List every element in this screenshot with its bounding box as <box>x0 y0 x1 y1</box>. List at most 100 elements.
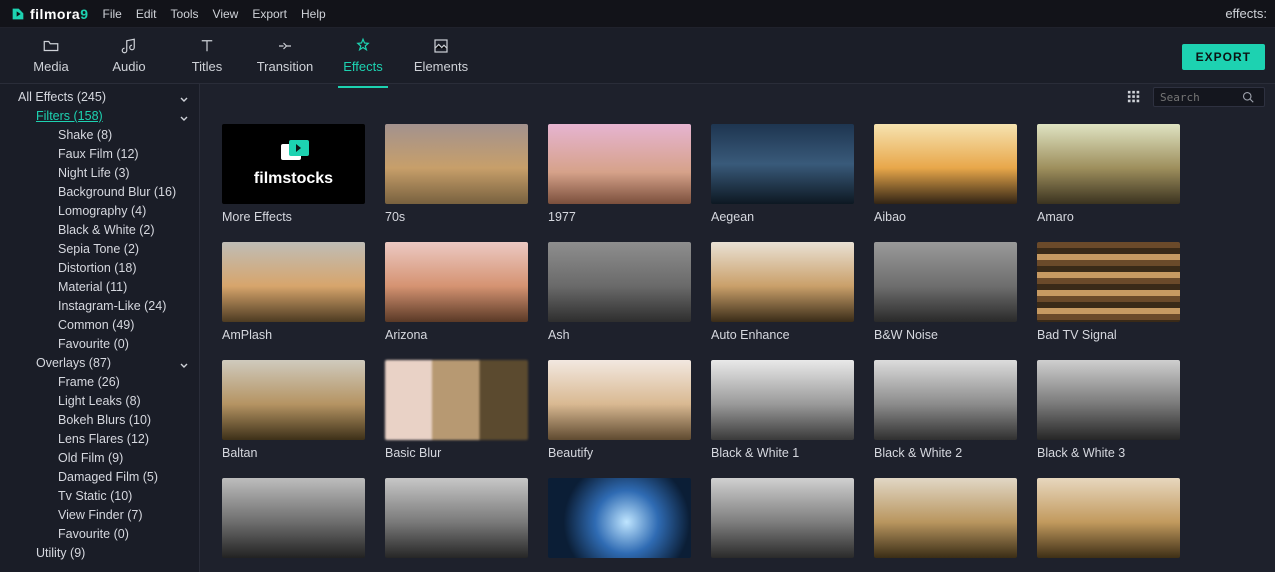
grid-view-icon[interactable] <box>1127 90 1141 104</box>
tree-item[interactable]: Black & White (2) <box>0 221 199 240</box>
tree-item[interactable]: Bokeh Blurs (10) <box>0 411 199 430</box>
tree-item[interactable]: Lens Flares (12) <box>0 430 199 449</box>
chevron-down-icon <box>179 112 189 122</box>
effect-thumb <box>385 478 528 558</box>
tree-item[interactable]: Common (49) <box>0 316 199 335</box>
effect-thumb <box>548 360 691 440</box>
tree-item[interactable]: Filters (158) <box>0 107 199 126</box>
effect-card[interactable] <box>1037 478 1180 564</box>
effect-card[interactable] <box>711 478 854 564</box>
menu-export[interactable]: Export <box>252 7 287 21</box>
tree-item[interactable]: Distortion (18) <box>0 259 199 278</box>
tree-label: Black & White (2) <box>58 222 155 239</box>
effect-title: Black & White 1 <box>711 446 854 460</box>
menu-edit[interactable]: Edit <box>136 7 157 21</box>
tree-item[interactable]: Overlays (87) <box>0 354 199 373</box>
tab-elements[interactable]: Elements <box>402 37 480 74</box>
tree-item[interactable]: Frame (26) <box>0 373 199 392</box>
tree-item[interactable]: Faux Film (12) <box>0 145 199 164</box>
tree-item[interactable]: Tv Static (10) <box>0 487 199 506</box>
effect-title: Beautify <box>548 446 691 460</box>
effect-card[interactable]: Black & White 1 <box>711 360 854 460</box>
effect-title: More Effects <box>222 210 365 224</box>
effect-card[interactable] <box>222 478 365 564</box>
effect-title: Black & White 3 <box>1037 446 1180 460</box>
effect-card[interactable]: Auto Enhance <box>711 242 854 342</box>
tree-item[interactable]: Old Film (9) <box>0 449 199 468</box>
effect-card[interactable] <box>874 478 1017 564</box>
export-button[interactable]: EXPORT <box>1182 44 1265 70</box>
filmstocks-icon <box>279 140 309 164</box>
effect-thumb <box>874 360 1017 440</box>
content-pane: filmstocks More Effects 70s 1977AegeanAibao… <box>200 84 1275 572</box>
filmstocks-label: filmstocks <box>254 170 333 188</box>
effect-card[interactable]: Beautify <box>548 360 691 460</box>
tree-item[interactable]: Shake (8) <box>0 126 199 145</box>
effect-card[interactable]: Arizona <box>385 242 528 342</box>
tree-item[interactable]: Instagram-Like (24) <box>0 297 199 316</box>
tree-item[interactable]: Night Life (3) <box>0 164 199 183</box>
effect-thumb <box>1037 360 1180 440</box>
tree-label: Lomography (4) <box>58 203 146 220</box>
effect-card[interactable]: filmstocks More Effects <box>222 124 365 224</box>
logo-icon <box>10 6 26 22</box>
tab-label: Audio <box>112 59 145 74</box>
effect-title: 70s <box>385 210 528 224</box>
tree-item[interactable]: All Effects (245) <box>0 88 199 107</box>
effect-thumb <box>385 360 528 440</box>
tab-media[interactable]: Media <box>12 37 90 74</box>
effect-thumb <box>874 242 1017 322</box>
tree-item[interactable]: Light Leaks (8) <box>0 392 199 411</box>
effect-card[interactable] <box>548 478 691 564</box>
effect-card[interactable]: Aibao <box>874 124 1017 224</box>
tree-label: Common (49) <box>58 317 134 334</box>
tree-label: Material (11) <box>58 279 127 296</box>
menu-tools[interactable]: Tools <box>171 7 199 21</box>
tab-titles[interactable]: Titles <box>168 37 246 74</box>
tree-label: Favourite (0) <box>58 336 129 353</box>
effect-thumb <box>222 242 365 322</box>
search-input[interactable] <box>1160 91 1242 104</box>
effect-card[interactable]: Black & White 2 <box>874 360 1017 460</box>
effect-card[interactable]: AmPlash <box>222 242 365 342</box>
tree-label: View Finder (7) <box>58 507 143 524</box>
tree-label: Instagram-Like (24) <box>58 298 166 315</box>
tree-item[interactable]: View Finder (7) <box>0 506 199 525</box>
app-version: 9 <box>80 6 88 22</box>
tree-item[interactable]: Favourite (0) <box>0 525 199 544</box>
effect-thumb <box>711 124 854 204</box>
effect-card[interactable]: Amaro <box>1037 124 1180 224</box>
tab-label: Effects <box>343 59 383 74</box>
effect-card[interactable]: Bad TV Signal <box>1037 242 1180 342</box>
sidebar: All Effects (245)Filters (158)Shake (8)F… <box>0 84 200 572</box>
effect-card[interactable]: Basic Blur <box>385 360 528 460</box>
effect-title: Auto Enhance <box>711 328 854 342</box>
effect-card[interactable] <box>385 478 528 564</box>
effect-title: Ash <box>548 328 691 342</box>
tree-item[interactable]: Favourite (0) <box>0 335 199 354</box>
tree-item[interactable]: Material (11) <box>0 278 199 297</box>
tab-label: Elements <box>414 59 468 74</box>
tab-transition[interactable]: Transition <box>246 37 324 74</box>
effect-title: Basic Blur <box>385 446 528 460</box>
tab-effects[interactable]: Effects <box>324 37 402 74</box>
tree-label: Favourite (0) <box>58 526 129 543</box>
effect-card[interactable]: Ash <box>548 242 691 342</box>
menu-view[interactable]: View <box>213 7 239 21</box>
effect-card[interactable]: B&W Noise <box>874 242 1017 342</box>
tree-item[interactable]: Utility (9) <box>0 544 199 563</box>
tab-audio[interactable]: Audio <box>90 37 168 74</box>
effect-card[interactable]: Aegean <box>711 124 854 224</box>
tree-item[interactable]: Background Blur (16) <box>0 183 199 202</box>
effect-card[interactable]: 1977 <box>548 124 691 224</box>
effect-card[interactable]: Black & White 3 <box>1037 360 1180 460</box>
tree-item[interactable]: Sepia Tone (2) <box>0 240 199 259</box>
tree-item[interactable]: Lomography (4) <box>0 202 199 221</box>
menu-help[interactable]: Help <box>301 7 326 21</box>
search-box[interactable] <box>1153 87 1265 107</box>
menu-file[interactable]: File <box>102 7 121 21</box>
tree-item[interactable]: Damaged Film (5) <box>0 468 199 487</box>
effect-card[interactable]: 70s <box>385 124 528 224</box>
effect-thumb <box>548 242 691 322</box>
effect-card[interactable]: Baltan <box>222 360 365 460</box>
